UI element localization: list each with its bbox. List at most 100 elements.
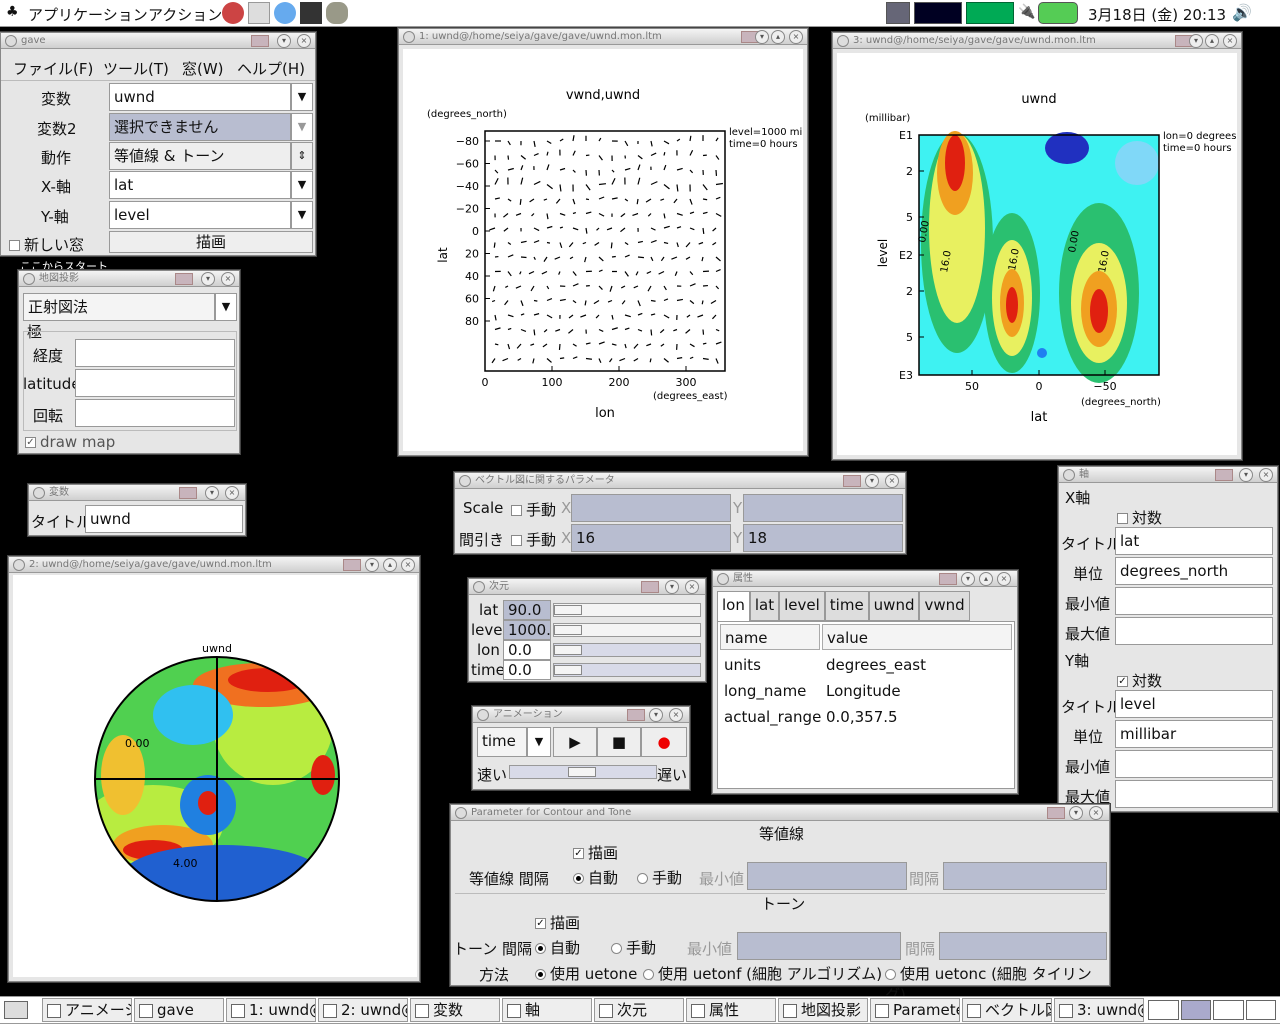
close-icon[interactable]: × xyxy=(669,708,683,722)
task-plot2[interactable]: 2: uwnd@ xyxy=(318,998,408,1022)
minimize-icon[interactable]: ▾ xyxy=(755,30,769,44)
attribute-titlebar[interactable]: 属性 ▾ ▴ × xyxy=(713,571,1017,587)
record-button[interactable]: ● xyxy=(641,727,687,757)
contour-params-titlebar[interactable]: Parameter for Contour and Tone ▾ × xyxy=(451,805,1109,821)
menu-help[interactable]: ヘルプ(H) xyxy=(237,58,305,79)
minimize-icon[interactable]: ▾ xyxy=(1239,468,1253,482)
tone-auto-radio[interactable]: 自動 xyxy=(535,937,580,958)
animation-dropdown-icon[interactable]: ▼ xyxy=(527,727,551,757)
clock[interactable]: 3月18日 (金) 20:13 xyxy=(1088,4,1226,25)
maximize-icon[interactable]: ▴ xyxy=(771,30,785,44)
vector-params-titlebar[interactable]: ベクトル図に関するパラメータ ▾ × xyxy=(455,473,905,489)
workspace-2[interactable] xyxy=(1180,1000,1211,1020)
tab-level[interactable]: level xyxy=(779,591,825,621)
var-select[interactable]: uwnd xyxy=(109,83,291,111)
task-projection[interactable]: 地図投影 xyxy=(778,998,868,1022)
close-icon[interactable]: × xyxy=(789,30,803,44)
scale-manual-checkbox[interactable]: 手動 xyxy=(511,499,556,520)
dim-lon-slider[interactable] xyxy=(553,643,701,657)
close-icon[interactable]: × xyxy=(401,558,415,572)
tab-lat[interactable]: lat xyxy=(749,591,780,621)
tab-vwnd[interactable]: vwnd xyxy=(919,591,970,621)
task-vector-params[interactable]: ベクトル図 xyxy=(962,998,1052,1022)
var-title-input[interactable]: uwnd xyxy=(85,505,243,533)
task-gave[interactable]: gave xyxy=(134,998,224,1022)
close-icon[interactable]: × xyxy=(1089,806,1103,820)
task-animation[interactable]: アニメーシ xyxy=(42,998,132,1022)
tray-monitor-icon[interactable] xyxy=(886,2,910,24)
close-icon[interactable]: × xyxy=(685,580,699,594)
terminal-launcher-icon[interactable] xyxy=(300,2,322,24)
browser-launcher-icon[interactable] xyxy=(222,2,244,24)
close-icon[interactable]: × xyxy=(221,272,235,286)
minimize-icon[interactable]: ▾ xyxy=(649,708,663,722)
speed-slider[interactable] xyxy=(509,765,657,779)
pole-lat-input[interactable] xyxy=(75,369,235,397)
tab-time[interactable]: time xyxy=(824,591,869,621)
rotation-input[interactable] xyxy=(75,399,235,427)
var-dropdown-icon[interactable]: ▼ xyxy=(291,83,313,111)
attr-header-name[interactable]: name xyxy=(720,624,820,650)
dimension-titlebar[interactable]: 次元 ▾ × xyxy=(469,579,705,595)
y-min-input[interactable] xyxy=(1115,750,1273,778)
variable-titlebar[interactable]: 変数 ▾ × xyxy=(29,485,245,501)
scale-y-input[interactable] xyxy=(743,494,903,522)
y-log-checkbox[interactable]: ✓ 対数 xyxy=(1117,670,1162,691)
contour-plot-canvas[interactable]: uwnd (millibar) lon=0 degrees time=0 hou… xyxy=(837,53,1237,455)
dim-lat-value[interactable]: 90.0 xyxy=(503,600,551,620)
mail-launcher-icon[interactable] xyxy=(248,2,270,24)
window-menu-icon[interactable] xyxy=(5,35,17,47)
task-axis[interactable]: 軸 xyxy=(502,998,592,1022)
tone-manual-radio[interactable]: 手動 xyxy=(611,937,656,958)
thin-y-input[interactable]: 18 xyxy=(743,524,903,552)
close-icon[interactable]: × xyxy=(1259,468,1273,482)
action-spinner-icon[interactable]: ⇕ xyxy=(291,142,313,170)
action-select[interactable]: 等値線 & トーン xyxy=(109,142,291,170)
minimize-icon[interactable]: ▾ xyxy=(665,580,679,594)
dim-level-value[interactable]: 1000.( xyxy=(503,620,551,640)
attr-header-value[interactable]: value xyxy=(822,624,1012,650)
pole-lon-input[interactable] xyxy=(75,339,235,367)
method-uetone-radio[interactable]: 使用 uetone xyxy=(535,963,637,984)
y-axis-dropdown-icon[interactable]: ▼ xyxy=(291,201,313,229)
projection-select[interactable]: 正射図法 xyxy=(23,293,215,321)
minimize-icon[interactable]: ▾ xyxy=(201,272,215,286)
tab-lon[interactable]: lon xyxy=(717,591,750,621)
task-attribute[interactable]: 属性 xyxy=(686,998,776,1022)
menu-file[interactable]: ファイル(F) xyxy=(13,58,93,79)
tab-uwnd[interactable]: uwnd xyxy=(868,591,920,621)
actions-menu[interactable]: アクション xyxy=(148,4,222,25)
task-plot1[interactable]: 1: uwnd@ xyxy=(226,998,316,1022)
close-icon[interactable]: × xyxy=(997,572,1011,586)
x-min-input[interactable] xyxy=(1115,587,1273,615)
dim-level-slider[interactable] xyxy=(553,623,701,637)
minimize-icon[interactable]: ▾ xyxy=(1189,34,1203,48)
task-dimension[interactable]: 次元 xyxy=(594,998,684,1022)
workspace-4[interactable] xyxy=(1245,1000,1276,1020)
maximize-icon[interactable]: ▴ xyxy=(383,558,397,572)
maximize-icon[interactable]: ▴ xyxy=(1205,34,1219,48)
close-icon[interactable]: × xyxy=(297,34,311,48)
contour-min-input[interactable] xyxy=(747,862,907,890)
x-axis-dropdown-icon[interactable]: ▼ xyxy=(291,171,313,199)
foot-icon[interactable]: ♣ xyxy=(6,4,19,20)
minimize-icon[interactable]: ▾ xyxy=(961,572,975,586)
tone-min-input[interactable] xyxy=(737,932,901,960)
y-max-input[interactable] xyxy=(1115,780,1273,808)
minimize-icon[interactable]: ▾ xyxy=(1069,806,1083,820)
plot2-titlebar[interactable]: 2: uwnd@/home/seiya/gave/gave/uwnd.mon.l… xyxy=(9,557,419,573)
new-window-checkbox[interactable]: 新しい窓 xyxy=(9,234,84,255)
plot3-titlebar[interactable]: 3: uwnd@/home/seiya/gave/gave/uwnd.mon.l… xyxy=(833,33,1241,49)
x-unit-input[interactable]: degrees_north xyxy=(1115,557,1273,585)
dim-lat-slider[interactable] xyxy=(553,603,701,617)
workspace-switcher[interactable] xyxy=(1148,1000,1276,1020)
thin-manual-checkbox[interactable]: 手動 xyxy=(511,529,556,550)
minimize-icon[interactable]: ▾ xyxy=(365,558,379,572)
gimp-launcher-icon[interactable] xyxy=(326,2,348,24)
task-plot3[interactable]: 3: uwnd@ xyxy=(1054,998,1144,1022)
vector-plot-canvas[interactable]: vwnd,uwnd (degrees_north) level=1000 mi … xyxy=(403,49,803,451)
y-title-input[interactable]: level xyxy=(1115,690,1273,718)
show-desktop-icon[interactable] xyxy=(4,1001,28,1019)
menu-window[interactable]: 窓(W) xyxy=(182,58,224,79)
animation-titlebar[interactable]: アニメーション ▾ × xyxy=(473,707,689,723)
